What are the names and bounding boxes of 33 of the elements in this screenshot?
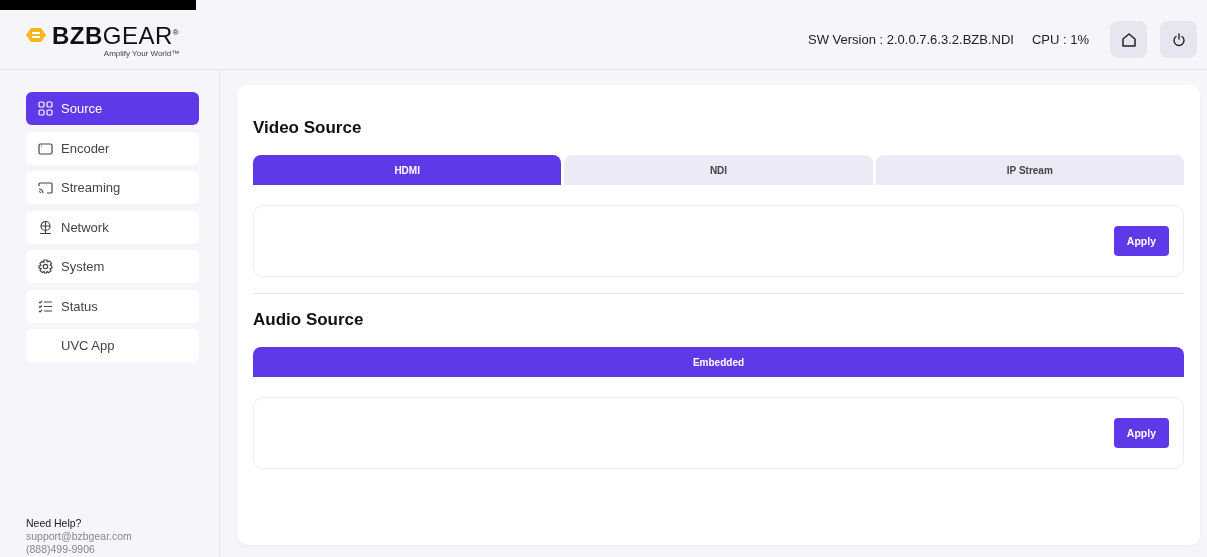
source-tab[interactable]: Embedded (253, 347, 1184, 377)
logo-icon (26, 27, 46, 42)
source-tab[interactable]: NDI (564, 155, 873, 185)
section-title: Video Source (253, 118, 363, 138)
power-icon (1171, 32, 1186, 47)
cast-icon (38, 180, 53, 195)
power-button[interactable] (1160, 21, 1197, 58)
gear-icon (38, 259, 53, 274)
logo-wordmark: BZBGEAR$^{®}$ (52, 21, 180, 48)
sidebar-item[interactable]: Encoder (26, 131, 199, 165)
home-icon (1120, 31, 1137, 48)
window-icon (38, 140, 53, 156)
software-version: SW Version : 2.0.0.7.6.3.2.BZB.NDI (808, 32, 1014, 47)
support-phone: (888)499-9906 (26, 543, 96, 556)
sidebar-item[interactable]: Status (26, 289, 199, 323)
apply-button[interactable]: Apply (1113, 418, 1169, 448)
support-email: support@bzbgear.com (26, 530, 133, 543)
sidebar-item[interactable]: UVC App (26, 329, 199, 362)
cpu-usage: CPU : 1% (1031, 32, 1089, 47)
tagline: Amplify Your World™ (103, 49, 180, 58)
globe-icon (38, 219, 53, 235)
section-title: Audio Source (253, 310, 365, 330)
source-tab[interactable]: IP Stream (875, 155, 1184, 185)
home-button[interactable] (1110, 21, 1147, 58)
grid-icon (38, 101, 53, 116)
sidebar-item[interactable]: Network (26, 210, 199, 244)
sidebar-item[interactable]: Streaming (26, 171, 199, 204)
checklist-icon (38, 298, 53, 314)
source-tab[interactable]: HDMI (253, 155, 562, 185)
sidebar-item[interactable]: Source (26, 92, 199, 125)
apply-button[interactable]: Apply (1113, 226, 1169, 256)
help-heading: Need Help? (26, 517, 83, 530)
sidebar-item[interactable]: System (26, 250, 199, 283)
